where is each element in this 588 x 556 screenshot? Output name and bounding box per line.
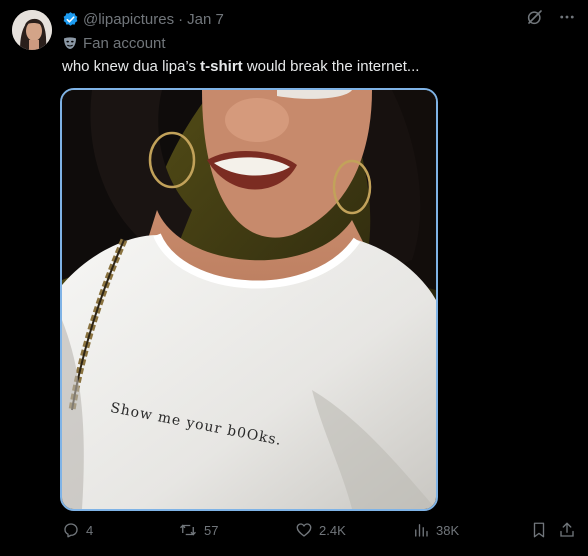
repost-count: 57 [204, 522, 219, 538]
views-count: 38K [436, 522, 460, 538]
bookmark-button[interactable] [530, 518, 554, 542]
avatar[interactable] [12, 10, 52, 50]
author-handle[interactable]: @lipapictures [83, 11, 174, 28]
account-label: Fan account [83, 34, 166, 52]
post-text-end: would break the internet... [242, 58, 420, 75]
views-button[interactable]: 38K [412, 518, 459, 542]
mask-icon [62, 35, 78, 51]
share-icon [560, 522, 574, 537]
header-separator: · [178, 10, 184, 28]
repost-icon [180, 524, 196, 536]
repost-button[interactable]: 57 [178, 518, 218, 542]
post-text-start: who knew dua lipa’s [62, 58, 201, 75]
account-label-row: Fan account [62, 33, 166, 53]
grok-icon[interactable] [526, 8, 544, 31]
views-icon [415, 524, 428, 537]
post: @lipapictures · Jan 7 Fan account who kn… [0, 0, 588, 556]
reply-button[interactable]: 4 [62, 518, 93, 542]
share-button[interactable] [558, 518, 582, 542]
reply-icon [64, 523, 78, 538]
bookmark-icon [533, 522, 545, 538]
post-media[interactable]: Show me your b0Oks. [60, 88, 438, 511]
post-text: who knew dua lipa’s t-shirt would break … [62, 57, 572, 77]
post-top-actions [526, 8, 576, 31]
post-date[interactable]: Jan 7 [187, 11, 224, 28]
avatar-image [12, 10, 52, 50]
heart-icon [296, 523, 312, 537]
post-text-bold: t-shirt [200, 58, 243, 75]
media-photo [62, 90, 436, 509]
reply-count: 4 [86, 522, 94, 538]
like-count: 2.4K [319, 522, 346, 538]
more-icon[interactable] [558, 8, 576, 31]
verified-badge-icon [62, 11, 79, 28]
post-header: @lipapictures · Jan 7 [62, 9, 224, 29]
like-button[interactable]: 2.4K [295, 518, 346, 542]
post-actions: 4 57 2.4K 38K [0, 518, 588, 542]
